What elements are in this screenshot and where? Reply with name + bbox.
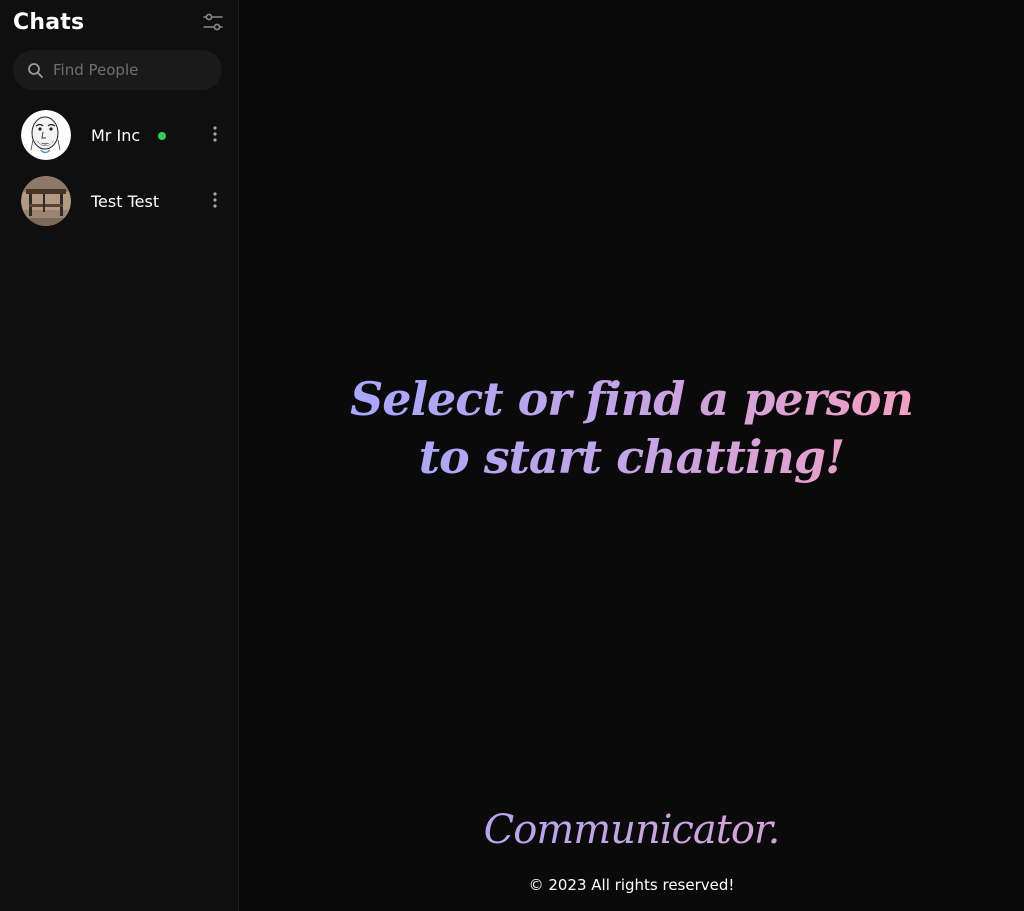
copyright-text: © 2023 All rights reserved! (528, 876, 735, 894)
avatar (21, 176, 71, 226)
search-icon (26, 61, 44, 79)
online-status-dot (158, 132, 166, 140)
app-root: Chats Find People Mr Inc Test Test Selec… (0, 0, 1024, 911)
chat-name: Mr Inc (91, 125, 141, 145)
search-box[interactable] (13, 50, 222, 90)
brand-logo-text: Communicator. (239, 804, 1024, 856)
chat-item-test-test[interactable]: Test Test (0, 168, 238, 234)
more-options-button[interactable] (207, 189, 223, 211)
chat-item-mr-inc[interactable]: Mr Inc (0, 102, 238, 168)
more-options-button[interactable] (207, 123, 223, 145)
empty-state-message: Select or find a person to start chattin… (339, 370, 924, 486)
chat-name: Test Test (91, 191, 160, 211)
sidebar-title: Chats (13, 9, 85, 35)
more-vertical-icon (213, 192, 217, 208)
sliders-icon (203, 13, 223, 31)
meme-face-avatar-icon (21, 110, 71, 160)
sidebar: Chats Find People Mr Inc Test Test (0, 0, 239, 911)
chat-list: Mr Inc Test Test (0, 102, 238, 234)
filter-button[interactable] (201, 10, 225, 34)
table-photo-avatar-icon (21, 176, 71, 226)
main-panel: Select or find a person to start chattin… (239, 0, 1024, 911)
search-input[interactable] (53, 61, 213, 79)
sidebar-header: Chats (13, 6, 225, 38)
avatar (21, 110, 71, 160)
more-vertical-icon (213, 126, 217, 142)
